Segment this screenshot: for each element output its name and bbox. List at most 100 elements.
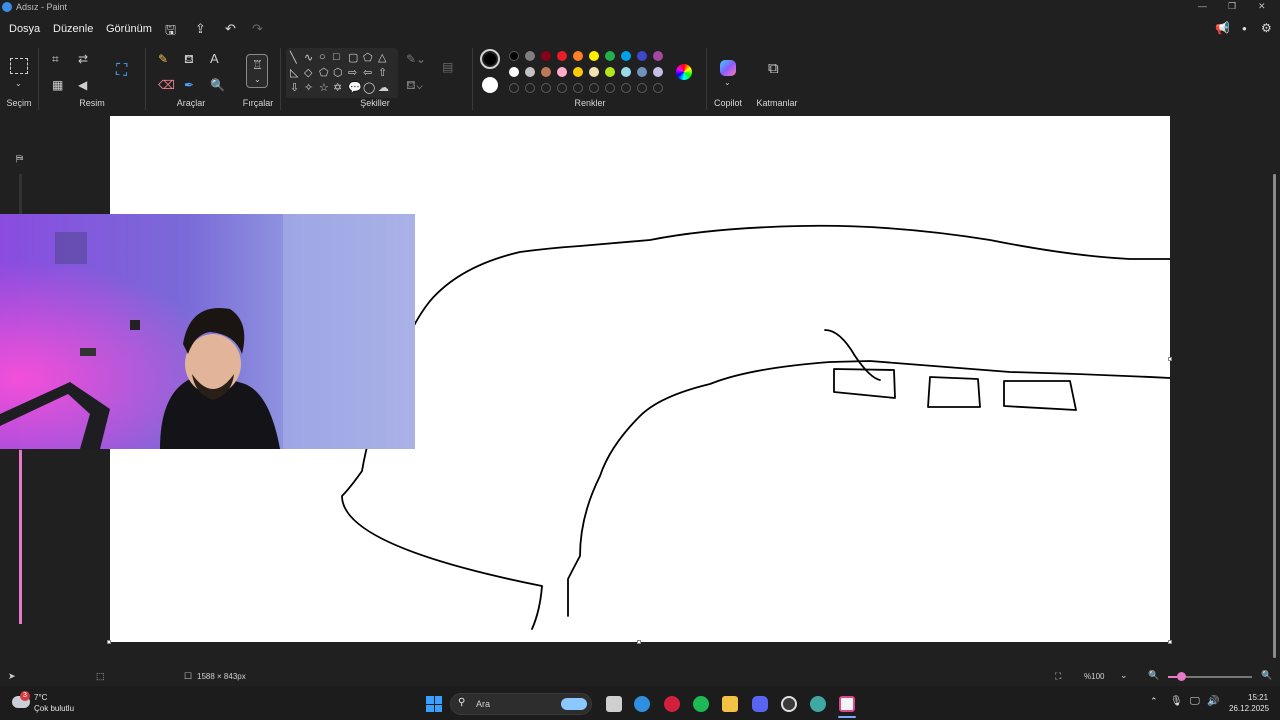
rectangle-shape-icon[interactable]: □ xyxy=(333,51,340,63)
volume-icon[interactable]: 🔊 xyxy=(1207,696,1219,707)
color-swatch[interactable] xyxy=(605,51,615,61)
magnifier-icon[interactable]: 🔍 xyxy=(210,78,225,92)
rotate-icon[interactable]: ◀ xyxy=(78,78,87,92)
discord-icon[interactable] xyxy=(752,696,768,712)
chevron-down-icon[interactable]: ⌄ xyxy=(15,77,22,91)
cloud-callout-shape-icon[interactable]: ☁ xyxy=(378,81,389,94)
opera-gx-icon[interactable] xyxy=(664,696,680,712)
pentagon-shape-icon[interactable]: ⬠ xyxy=(319,66,329,79)
curve-shape-icon[interactable]: ∿ xyxy=(304,51,313,64)
resize-handle[interactable] xyxy=(1168,357,1172,361)
color-swatch[interactable] xyxy=(621,51,631,61)
color-swatch[interactable] xyxy=(541,51,551,61)
obs-studio-icon[interactable] xyxy=(781,696,797,712)
custom-color-slot[interactable] xyxy=(589,83,599,93)
undo-icon[interactable]: ↶ xyxy=(225,21,236,37)
resize-icon[interactable]: ⇄ xyxy=(78,52,88,66)
close-icon[interactable]: ✕ xyxy=(1258,1,1266,12)
clock-date[interactable]: 26.12.2025 xyxy=(1229,704,1269,713)
custom-color-slot[interactable] xyxy=(605,83,615,93)
oval-callout-shape-icon[interactable]: ◯ xyxy=(363,81,375,94)
custom-color-slot[interactable] xyxy=(509,83,519,93)
edge-browser-icon[interactable] xyxy=(634,696,650,712)
spotify-icon[interactable] xyxy=(693,696,709,712)
brush-button[interactable]: ♖ ⌄ xyxy=(246,54,268,88)
restore-icon[interactable]: ❐ xyxy=(1228,1,1236,12)
minimize-icon[interactable]: — xyxy=(1198,1,1207,11)
outline-icon[interactable]: ✎⌄ xyxy=(406,52,426,66)
feedback-icon[interactable]: 📢 xyxy=(1215,21,1230,35)
redo-icon[interactable]: ↷ xyxy=(252,21,263,37)
up-arrow-shape-icon[interactable]: ⇧ xyxy=(378,66,387,79)
network-app-icon[interactable] xyxy=(810,696,826,712)
diamond-shape-icon[interactable]: ◇ xyxy=(304,66,312,79)
fill-bucket-icon[interactable]: ⛾ xyxy=(184,52,194,66)
six-point-star-shape-icon[interactable]: ✡ xyxy=(333,81,342,94)
right-arrow-shape-icon[interactable]: ⇨ xyxy=(348,66,357,79)
copilot-icon[interactable] xyxy=(720,60,736,76)
text-icon[interactable]: A xyxy=(210,52,219,66)
resize-handle[interactable] xyxy=(1168,640,1172,644)
zoom-level[interactable]: %100 xyxy=(1084,672,1104,681)
fit-to-window-icon[interactable]: ⛶ xyxy=(1055,671,1061,682)
color-swatch[interactable] xyxy=(573,51,583,61)
color-swatch[interactable] xyxy=(509,51,519,61)
color-swatch[interactable] xyxy=(557,51,567,61)
edit-colors-icon[interactable] xyxy=(676,64,692,80)
color-swatch[interactable] xyxy=(637,51,647,61)
share-icon[interactable]: ⇪ xyxy=(195,21,206,37)
speech-bubble-shape-icon[interactable]: 💬 xyxy=(348,81,362,94)
color-swatch[interactable] xyxy=(525,51,535,61)
taskbar-search-box[interactable]: ⚲ Ara xyxy=(450,693,592,715)
file-explorer-icon[interactable] xyxy=(722,696,738,712)
microphone-icon[interactable]: 🎙 xyxy=(1170,696,1183,707)
custom-color-slot[interactable] xyxy=(541,83,551,93)
triangle-shape-icon[interactable]: △ xyxy=(378,51,386,64)
zoom-in-icon[interactable]: 🔍 xyxy=(1261,670,1272,681)
clock-time[interactable]: 15:21 xyxy=(1248,693,1268,702)
weather-temperature[interactable]: 7°C xyxy=(34,693,47,702)
remove-background-icon[interactable]: ▦ xyxy=(52,78,63,92)
left-arrow-shape-icon[interactable]: ⇦ xyxy=(363,66,372,79)
color-picker-icon[interactable]: ✒ xyxy=(184,78,194,92)
custom-color-slot[interactable] xyxy=(557,83,567,93)
weather-description[interactable]: Çok bulutlu xyxy=(34,704,74,713)
primary-color-swatch[interactable] xyxy=(480,49,500,69)
custom-color-slot[interactable] xyxy=(653,83,663,93)
shapes-expand-icon[interactable]: ▤ xyxy=(442,60,453,74)
image-creator-icon[interactable]: ⛶ xyxy=(116,63,127,79)
task-view-icon[interactable] xyxy=(606,696,622,712)
custom-color-slot[interactable] xyxy=(573,83,583,93)
color-swatch[interactable] xyxy=(621,67,631,77)
four-point-star-shape-icon[interactable]: ✧ xyxy=(304,81,313,94)
display-icon[interactable]: 🖵 xyxy=(1190,696,1200,707)
resize-handle[interactable] xyxy=(107,640,111,644)
group-label-layers[interactable]: Katmanlar xyxy=(752,98,802,108)
select-rectangle-icon[interactable] xyxy=(10,58,28,74)
menu-view[interactable]: Görünüm xyxy=(106,23,152,35)
line-shape-icon[interactable]: ╲ xyxy=(290,51,297,64)
show-hidden-icons-icon[interactable]: ⌃ xyxy=(1150,696,1158,707)
pencil-icon[interactable]: ✎ xyxy=(158,52,168,66)
save-icon[interactable]: 🖫 xyxy=(165,21,176,43)
color-swatch[interactable] xyxy=(509,67,519,77)
vertical-scrollbar[interactable] xyxy=(1273,174,1276,658)
secondary-color-swatch[interactable] xyxy=(482,77,498,93)
color-swatch[interactable] xyxy=(653,51,663,61)
start-windows-icon[interactable] xyxy=(426,696,442,712)
right-triangle-shape-icon[interactable]: ◺ xyxy=(290,66,298,79)
settings-gear-icon[interactable]: ⚙ xyxy=(1261,21,1272,35)
menu-file[interactable]: Dosya xyxy=(9,23,40,35)
resize-handle[interactable] xyxy=(637,640,641,644)
color-swatch[interactable] xyxy=(653,67,663,77)
fill-icon[interactable]: ⛾⌄ xyxy=(406,78,423,92)
color-swatch[interactable] xyxy=(589,67,599,77)
zoom-slider-thumb[interactable] xyxy=(1177,672,1186,681)
color-swatch[interactable] xyxy=(525,67,535,77)
custom-color-slot[interactable] xyxy=(621,83,631,93)
menu-edit[interactable]: Düzenle xyxy=(53,23,93,35)
down-arrow-shape-icon[interactable]: ⇩ xyxy=(290,81,299,94)
color-swatch[interactable] xyxy=(557,67,567,77)
custom-color-slot[interactable] xyxy=(525,83,535,93)
chevron-down-icon[interactable]: ⌄ xyxy=(724,76,731,90)
